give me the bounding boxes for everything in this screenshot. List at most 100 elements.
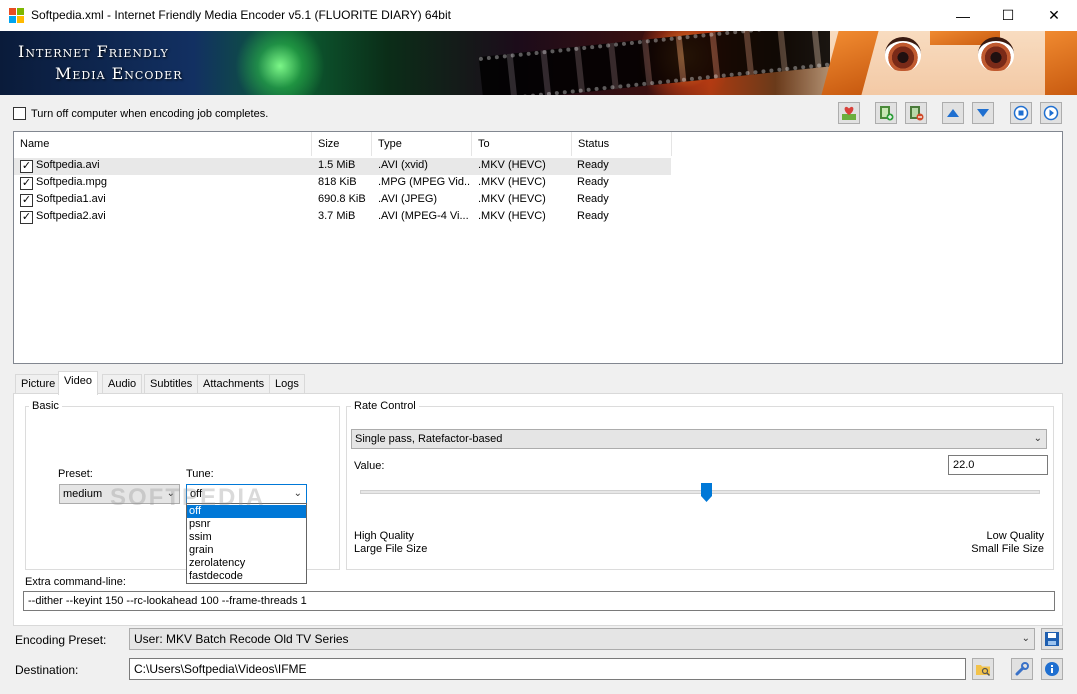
close-button[interactable]: ✕: [1031, 0, 1077, 31]
shutdown-checkbox[interactable]: [13, 107, 26, 120]
tune-option[interactable]: psnr: [187, 518, 306, 531]
table-row[interactable]: ✓ Softpedia1.avi 690.8 KiB .AVI (JPEG) .…: [14, 192, 671, 209]
encoding-preset-label: Encoding Preset:: [15, 633, 107, 647]
tab-video[interactable]: Video: [58, 371, 98, 395]
file-name: Softpedia1.avi: [36, 193, 106, 205]
tune-select[interactable]: off ⌄: [186, 484, 307, 504]
stop-icon: [1013, 105, 1029, 121]
small-file-label: Small File Size: [971, 543, 1044, 555]
file-type: .AVI (JPEG): [378, 193, 438, 205]
file-status: Ready: [577, 176, 609, 188]
row-checkbox[interactable]: ✓: [20, 177, 33, 190]
column-header-size[interactable]: Size: [312, 132, 372, 156]
file-size: 1.5 MiB: [318, 159, 356, 171]
column-header-name[interactable]: Name: [14, 132, 312, 156]
table-row[interactable]: ✓ Softpedia2.avi 3.7 MiB .AVI (MPEG-4 Vi…: [14, 209, 671, 226]
add-file-button[interactable]: [875, 102, 897, 124]
tab-attachments[interactable]: Attachments: [197, 374, 271, 394]
tune-dropdown-list[interactable]: off psnr ssim grain zerolatency fastdeco…: [186, 503, 307, 584]
row-checkbox[interactable]: ✓: [20, 160, 33, 173]
file-size: 3.7 MiB: [318, 210, 356, 222]
chevron-down-icon: ⌄: [166, 488, 175, 499]
shutdown-label: Turn off computer when encoding job comp…: [31, 107, 269, 120]
extra-cmd-label: Extra command-line:: [25, 576, 126, 588]
add-folder-button[interactable]: [905, 102, 927, 124]
file-status: Ready: [577, 193, 609, 205]
app-icon: [9, 8, 24, 23]
tab-logs[interactable]: Logs: [269, 374, 305, 394]
about-button[interactable]: [1041, 658, 1063, 680]
file-type: .AVI (MPEG-4 Vi...: [378, 210, 469, 222]
slider-ticks: [360, 500, 1040, 501]
move-down-button[interactable]: [972, 102, 994, 124]
tune-option[interactable]: off: [187, 505, 306, 518]
file-size: 818 KiB: [318, 176, 357, 188]
info-icon: [1045, 662, 1059, 676]
play-icon: [1043, 105, 1059, 121]
triangle-down-icon: [977, 109, 989, 117]
file-status: Ready: [577, 210, 609, 222]
maximize-button[interactable]: ☐: [985, 0, 1031, 31]
triangle-up-icon: [947, 109, 959, 117]
extra-cmd-input[interactable]: --dither --keyint 150 --rc-lookahead 100…: [23, 591, 1055, 611]
banner-title-line2: Media Encoder: [55, 64, 183, 83]
tune-option[interactable]: zerolatency: [187, 557, 306, 570]
encoding-preset-select[interactable]: User: MKV Batch Recode Old TV Series ⌄: [129, 628, 1035, 650]
value-input[interactable]: 22.0: [948, 455, 1048, 475]
add-file-icon: [880, 106, 894, 121]
add-favorite-button[interactable]: [838, 102, 860, 124]
move-up-button[interactable]: [942, 102, 964, 124]
floppy-disk-icon: [1045, 632, 1059, 646]
file-list[interactable]: Name Size Type To Status ✓ Softpedia.avi…: [13, 131, 1063, 364]
tab-subtitles[interactable]: Subtitles: [144, 374, 199, 394]
file-name: Softpedia.mpg: [36, 176, 107, 188]
minimize-button[interactable]: —: [940, 0, 986, 31]
destination-input[interactable]: C:\Users\Softpedia\Videos\IFME: [129, 658, 966, 680]
preset-select[interactable]: medium ⌄: [59, 484, 180, 504]
stop-button[interactable]: [1010, 102, 1032, 124]
tab-audio[interactable]: Audio: [102, 374, 143, 394]
start-button[interactable]: [1040, 102, 1062, 124]
table-row[interactable]: ✓ Softpedia.avi 1.5 MiB .AVI (xvid) .MKV…: [14, 158, 671, 175]
tune-option[interactable]: grain: [187, 544, 306, 557]
tune-label: Tune:: [186, 468, 214, 480]
file-target: .MKV (HEVC): [478, 193, 546, 205]
anime-character-graphic: [821, 31, 1077, 95]
basic-group-label: Basic: [29, 400, 62, 412]
title-bar: Softpedia.xml - Internet Friendly Media …: [0, 0, 1077, 31]
file-target: .MKV (HEVC): [478, 159, 546, 171]
value-label: Value:: [354, 460, 385, 472]
settings-button[interactable]: [1011, 658, 1033, 680]
quality-slider-track[interactable]: [360, 490, 1040, 494]
file-target: .MKV (HEVC): [478, 210, 546, 222]
destination-label: Destination:: [15, 663, 79, 677]
preset-label: Preset:: [58, 468, 93, 480]
heart-add-icon: [842, 106, 856, 120]
column-header-status[interactable]: Status: [572, 132, 672, 156]
tune-option[interactable]: fastdecode: [187, 570, 306, 583]
browse-folder-button[interactable]: [972, 658, 994, 680]
file-size: 690.8 KiB: [318, 193, 366, 205]
tab-picture[interactable]: Picture: [15, 374, 62, 394]
tune-option[interactable]: ssim: [187, 531, 306, 544]
row-checkbox[interactable]: ✓: [20, 194, 33, 207]
rate-mode-select[interactable]: Single pass, Ratefactor-based ⌄: [351, 429, 1047, 449]
row-checkbox[interactable]: ✓: [20, 211, 33, 224]
quality-slider-thumb[interactable]: [701, 483, 713, 502]
add-folder-icon: [910, 106, 924, 121]
rate-mode-value: Single pass, Ratefactor-based: [355, 433, 503, 445]
banner-glow: [235, 31, 325, 95]
table-row[interactable]: ✓ Softpedia.mpg 818 KiB .MPG (MPEG Vid..…: [14, 175, 671, 192]
high-quality-label: High Quality: [354, 530, 414, 542]
tune-value: off: [190, 488, 203, 500]
file-status: Ready: [577, 159, 609, 171]
chevron-down-icon: ⌄: [293, 488, 302, 499]
column-header-type[interactable]: Type: [372, 132, 472, 156]
encoding-preset-value: User: MKV Batch Recode Old TV Series: [134, 632, 349, 646]
save-preset-button[interactable]: [1041, 628, 1063, 650]
eye-graphic: [885, 37, 921, 71]
banner-title-line1: Internet Friendly: [18, 42, 169, 61]
column-header-to[interactable]: To: [472, 132, 572, 156]
low-quality-label: Low Quality: [986, 530, 1044, 542]
shutdown-option[interactable]: Turn off computer when encoding job comp…: [13, 107, 268, 120]
